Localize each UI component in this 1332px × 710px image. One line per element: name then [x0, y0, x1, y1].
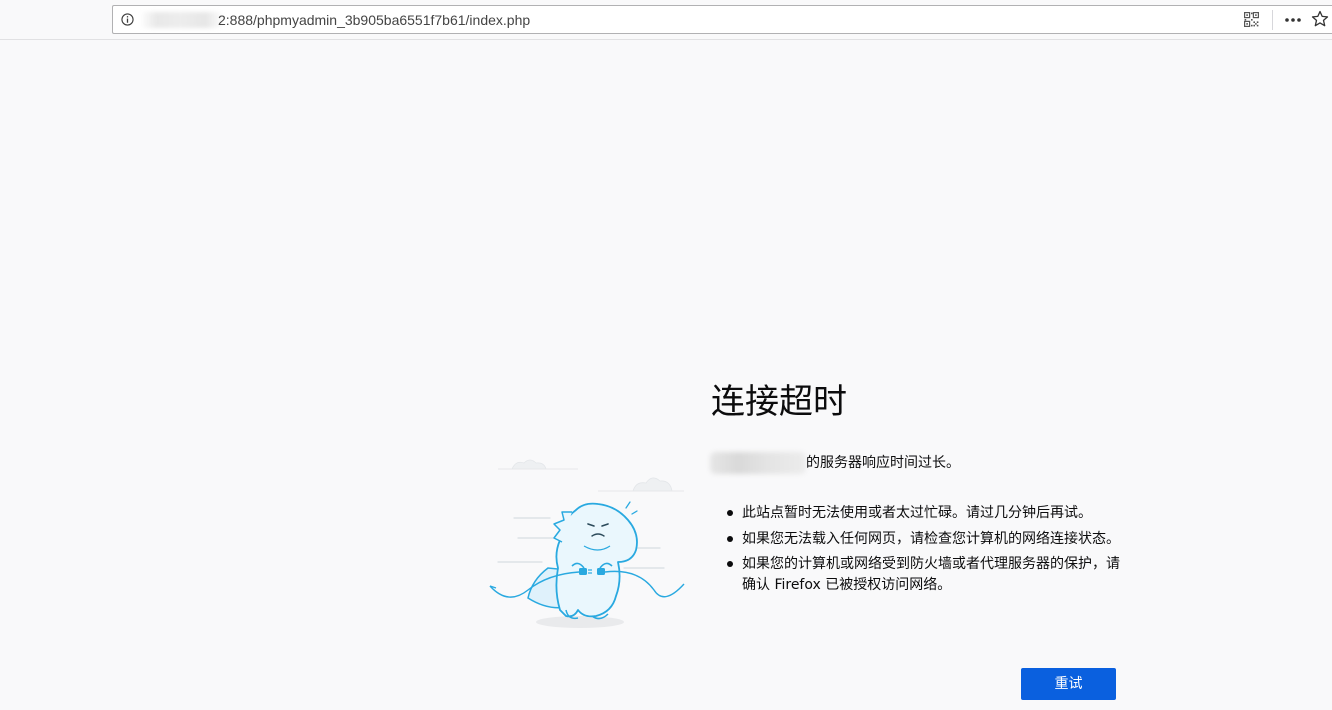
- retry-button[interactable]: 重试: [1021, 668, 1116, 700]
- reason-text: 如果您的计算机或网络受到防火墙或者代理服务器的保护，请确认 Firefox 已被…: [742, 556, 1120, 593]
- error-description: 的服务器响应时间过长。: [806, 455, 960, 471]
- list-item: 如果您无法载入任何网页，请检查您计算机的网络连接状态。: [727, 529, 1122, 550]
- more-actions-icon[interactable]: [1283, 11, 1303, 29]
- reason-text: 如果您无法载入任何网页，请检查您计算机的网络连接状态。: [742, 530, 1120, 547]
- info-icon[interactable]: [121, 13, 134, 26]
- server-host-redacted: [710, 452, 806, 474]
- bullet: [727, 561, 733, 567]
- error-reasons-list: 此站点暂时无法使用或者太过忙碌。请过几分钟后再试。 如果您无法载入任何网页，请检…: [727, 503, 1122, 600]
- url-bar[interactable]: 2:888/phpmyadmin_3b905ba6551f7b61/index.…: [112, 5, 1332, 34]
- list-item: 如果您的计算机或网络受到防火墙或者代理服务器的保护，请确认 Firefox 已被…: [727, 554, 1122, 595]
- sad-dinosaur-unplugged-illustration: [489, 459, 685, 628]
- bullet: [727, 510, 733, 516]
- bullet: [727, 535, 733, 542]
- url-host-redacted: [140, 12, 222, 28]
- url-text[interactable]: 2:888/phpmyadmin_3b905ba6551f7b61/index.…: [218, 11, 530, 29]
- qr-code-icon[interactable]: [1244, 12, 1259, 27]
- list-item: 此站点暂时无法使用或者太过忙碌。请过几分钟后再试。: [727, 503, 1122, 524]
- bookmark-star-icon[interactable]: [1311, 10, 1329, 28]
- reason-text: 此站点暂时无法使用或者太过忙碌。请过几分钟后再试。: [742, 505, 1092, 521]
- browser-toolbar: 2:888/phpmyadmin_3b905ba6551f7b61/index.…: [0, 0, 1332, 40]
- url-bar-separator: [1272, 10, 1273, 30]
- error-title: 连接超时: [711, 382, 847, 422]
